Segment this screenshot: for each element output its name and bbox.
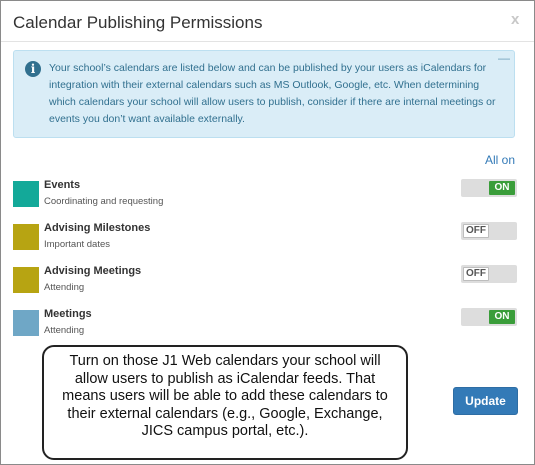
toggle-state-label: OFF — [463, 224, 489, 238]
info-icon: i — [25, 61, 41, 77]
toggle-state-label: ON — [489, 310, 515, 324]
calendar-color-swatch — [13, 181, 39, 207]
calendar-color-swatch — [13, 267, 39, 293]
dialog-title: Calendar Publishing Permissions — [13, 13, 263, 32]
info-text: Your school’s calendars are listed below… — [49, 62, 496, 125]
info-alert: i Your school’s calendars are listed bel… — [13, 50, 515, 138]
close-icon[interactable]: x — [511, 11, 519, 28]
publish-toggle[interactable]: OFF — [461, 222, 517, 240]
publish-toggle[interactable]: OFF — [461, 265, 517, 283]
calendar-name: Meetings — [44, 308, 92, 320]
publish-toggle[interactable]: ON — [461, 308, 517, 326]
calendar-row-meetings: Meetings Attending ON — [13, 308, 518, 342]
instruction-callout: Turn on those J1 Web calendars your scho… — [42, 345, 408, 460]
toggle-state-label: OFF — [463, 267, 489, 281]
calendar-name: Advising Milestones — [44, 222, 151, 234]
calendar-name: Events — [44, 179, 81, 191]
collapse-icon[interactable]: — — [498, 51, 510, 65]
calendar-subtitle: Attending — [44, 282, 85, 293]
calendar-row-advising-meetings: Advising Meetings Attending OFF — [13, 265, 518, 299]
calendar-row-events: Events Coordinating and requesting ON — [13, 179, 518, 213]
calendar-color-swatch — [13, 310, 39, 336]
calendar-subtitle: Important dates — [44, 239, 111, 250]
toggle-state-label: ON — [489, 181, 515, 195]
all-on-link[interactable]: All on — [485, 153, 515, 167]
update-button[interactable]: Update — [453, 387, 518, 415]
header-divider — [1, 41, 534, 42]
calendar-color-swatch — [13, 224, 39, 250]
calendar-name: Advising Meetings — [44, 265, 142, 277]
calendar-row-advising-milestones: Advising Milestones Important dates OFF — [13, 222, 518, 256]
calendar-subtitle: Attending — [44, 325, 85, 336]
calendar-subtitle: Coordinating and requesting — [44, 196, 164, 207]
publish-toggle[interactable]: ON — [461, 179, 517, 197]
